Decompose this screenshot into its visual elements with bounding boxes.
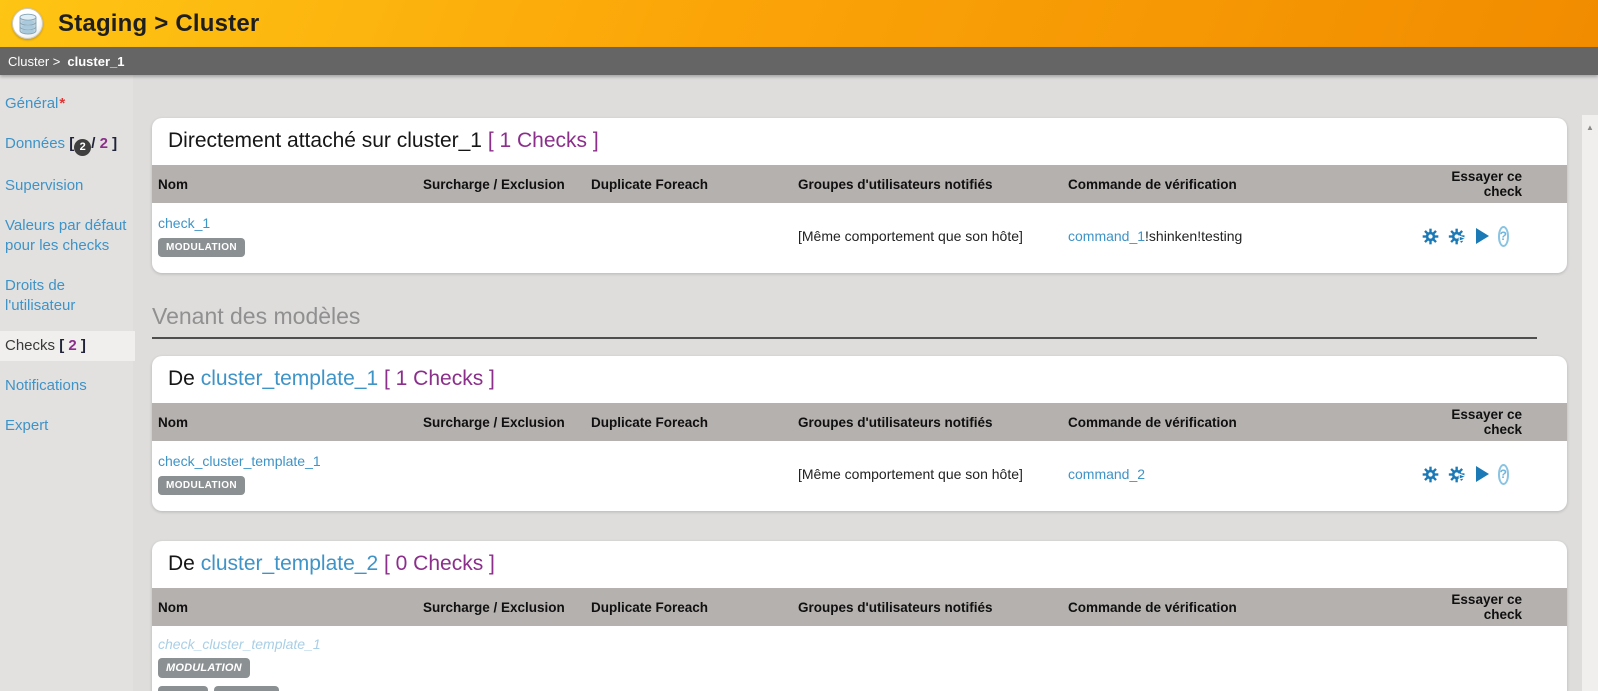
duplicate-cell — [585, 203, 792, 273]
sidebar-item-general[interactable]: Général* — [0, 89, 133, 119]
database-icon — [12, 8, 43, 39]
col-groupes: Groupes d'utilisateurs notifiés — [792, 588, 1062, 626]
command-cell: command_1!shinken!testing — [1062, 203, 1417, 273]
template2-checks-table: Nom Surcharge / Exclusion Duplicate Fore… — [152, 588, 1567, 691]
modulation-badge: MODULATION — [158, 658, 250, 678]
sidebar-item-expert[interactable]: Expert — [0, 411, 133, 441]
required-asterisk: * — [59, 95, 65, 112]
col-nom: Nom — [152, 403, 417, 441]
col-surcharge: Surcharge / Exclusion — [417, 588, 585, 626]
col-surcharge: Surcharge / Exclusion — [417, 403, 585, 441]
notified-groups-cell: [Même comportement que son hôte] — [792, 441, 1062, 511]
check-link[interactable]: check_cluster_template_1 — [158, 453, 321, 469]
surcharge-cell — [417, 203, 585, 273]
modulation-badge: MODULATION — [158, 238, 245, 257]
duplique-badge: Dupliqué — [214, 686, 279, 691]
breadcrumb-current: cluster_1 — [67, 54, 124, 69]
table-row: check_cluster_template_1 MODULATION [Mêm… — [152, 441, 1567, 511]
card-template-1: De cluster_template_1 [ 1 Checks ] Nom S… — [152, 356, 1567, 511]
gear-sync-icon[interactable] — [1448, 228, 1467, 245]
col-groupes: Groupes d'utilisateurs notifiés — [792, 403, 1062, 441]
help-icon[interactable]: ? — [1498, 464, 1509, 485]
page-title: Staging > Cluster — [58, 10, 259, 38]
row-actions: ? — [1423, 226, 1561, 247]
command-link[interactable]: command_1 — [1068, 228, 1145, 244]
play-icon[interactable] — [1476, 466, 1489, 482]
main-content: Directement attaché sur cluster_1 [ 1 Ch… — [133, 75, 1598, 691]
col-nom: Nom — [152, 165, 417, 203]
command-cell: command_2 — [1062, 441, 1417, 511]
gear-icon[interactable] — [1422, 466, 1439, 483]
col-commande: Commande de vérification — [1062, 403, 1417, 441]
col-commande: Commande de vérification — [1062, 165, 1417, 203]
breadcrumb: Cluster > cluster_1 — [0, 47, 1598, 75]
table-header-row: Nom Surcharge / Exclusion Duplicate Fore… — [152, 165, 1567, 203]
card-template1-title: De cluster_template_1 [ 1 Checks ] — [152, 356, 1567, 403]
sidebar-item-valeurs-defaut[interactable]: Valeurs par défaut pour les checks — [0, 211, 133, 261]
table-header-row: Nom Surcharge / Exclusion Duplicate Fore… — [152, 588, 1567, 626]
cache-badge: Caché — [158, 686, 208, 691]
template1-checks-table: Nom Surcharge / Exclusion Duplicate Fore… — [152, 403, 1567, 511]
command-link[interactable]: command_2 — [1068, 466, 1145, 482]
template1-checks-count: [ 1 Checks ] — [384, 367, 495, 390]
sidebar-item-notifications[interactable]: Notifications — [0, 371, 133, 401]
surcharge-cell — [417, 441, 585, 511]
gear-icon[interactable] — [1422, 228, 1439, 245]
actions-cell — [1417, 626, 1567, 691]
col-commande: Commande de vérification — [1062, 588, 1417, 626]
scroll-up-arrow-icon[interactable]: ▲ — [1582, 115, 1598, 132]
template1-link[interactable]: cluster_template_1 — [201, 367, 378, 390]
direct-checks-count: [ 1 Checks ] — [488, 129, 599, 152]
sidebar-item-supervision[interactable]: Supervision — [0, 171, 133, 201]
app-header: Staging > Cluster — [0, 0, 1598, 47]
table-row: check_1 MODULATION [Même comportement qu… — [152, 203, 1567, 273]
card-direct-title: Directement attaché sur cluster_1 [ 1 Ch… — [152, 118, 1567, 165]
command-cell — [1062, 626, 1417, 691]
donnees-count-badge: 2 — [74, 139, 91, 156]
table-row: check_cluster_template_1 MODULATION Cach… — [152, 626, 1567, 691]
template2-checks-count: [ 0 Checks ] — [384, 552, 495, 575]
direct-checks-table: Nom Surcharge / Exclusion Duplicate Fore… — [152, 165, 1567, 273]
row-actions: ? — [1423, 464, 1561, 485]
col-essayer: Essayer ce check — [1417, 588, 1567, 626]
col-essayer: Essayer ce check — [1417, 403, 1567, 441]
card-direct-checks: Directement attaché sur cluster_1 [ 1 Ch… — [152, 118, 1567, 273]
card-template-2: De cluster_template_2 [ 0 Checks ] Nom S… — [152, 541, 1567, 691]
breadcrumb-section[interactable]: Cluster > — [8, 54, 60, 69]
modulation-badge: MODULATION — [158, 476, 245, 495]
sidebar-item-checks[interactable]: Checks [ 2 ] — [0, 331, 135, 361]
col-duplicate: Duplicate Foreach — [585, 588, 792, 626]
col-groupes: Groupes d'utilisateurs notifiés — [792, 165, 1062, 203]
col-surcharge: Surcharge / Exclusion — [417, 165, 585, 203]
card-template2-title: De cluster_template_2 [ 0 Checks ] — [152, 541, 1567, 588]
hidden-check-link[interactable]: check_cluster_template_1 — [158, 636, 321, 652]
template2-link[interactable]: cluster_template_2 — [201, 552, 378, 575]
surcharge-cell — [417, 626, 585, 691]
play-icon[interactable] — [1476, 228, 1489, 244]
duplicate-cell — [585, 626, 792, 691]
notified-groups-cell — [792, 626, 1062, 691]
notified-groups-cell: [Même comportement que son hôte] — [792, 203, 1062, 273]
command-args: !shinken!testing — [1145, 228, 1242, 244]
sidebar-item-droits-utilisateur[interactable]: Droits de l'utilisateur — [0, 271, 133, 321]
check-link[interactable]: check_1 — [158, 215, 210, 231]
col-essayer: Essayer ce check — [1417, 165, 1567, 203]
duplicate-cell — [585, 441, 792, 511]
sidebar-item-donnees[interactable]: Données [2/ 2 ] — [0, 129, 133, 161]
help-icon[interactable]: ? — [1498, 226, 1509, 247]
col-duplicate: Duplicate Foreach — [585, 165, 792, 203]
table-header-row: Nom Surcharge / Exclusion Duplicate Fore… — [152, 403, 1567, 441]
page: Staging > Cluster Cluster > cluster_1 Gé… — [0, 0, 1598, 691]
sidebar: Général* Données [2/ 2 ] Supervision Val… — [0, 75, 133, 691]
templates-heading: Venant des modèles — [152, 303, 1537, 339]
col-nom: Nom — [152, 588, 417, 626]
col-duplicate: Duplicate Foreach — [585, 403, 792, 441]
vertical-scrollbar[interactable]: ▲ — [1582, 115, 1598, 691]
gear-sync-icon[interactable] — [1448, 466, 1467, 483]
